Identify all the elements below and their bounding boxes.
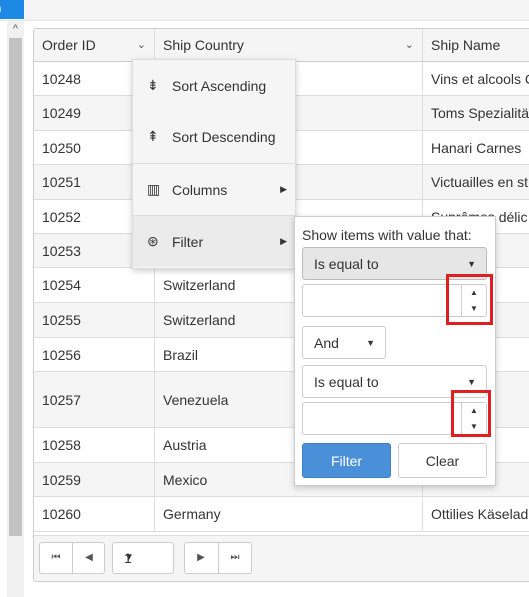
top-tab[interactable]: n bbox=[0, 0, 24, 19]
previous-page-icon[interactable]: ◀ bbox=[73, 543, 105, 573]
order-id-cell: 10258 bbox=[34, 428, 155, 462]
order-id-cell: 10257 bbox=[34, 372, 155, 427]
filter-panel-title: Show items with value that: bbox=[302, 227, 472, 243]
sort-ascending-icon: ⇟ bbox=[147, 77, 159, 93]
scrollbar-thumb[interactable] bbox=[9, 38, 22, 536]
order-id-cell: 10255 bbox=[34, 303, 155, 337]
column-header-ship-country[interactable]: Ship Country ⌄ bbox=[155, 29, 423, 61]
logic-value: And bbox=[314, 334, 339, 351]
columns-icon: ▥ bbox=[147, 181, 161, 197]
ship-name-cell: Hanari Carnes bbox=[423, 131, 529, 164]
order-id-cell: 10256 bbox=[34, 338, 155, 371]
column-header-ship-name[interactable]: Ship Name bbox=[423, 29, 529, 61]
last-page-icon[interactable]: ⏭ bbox=[219, 543, 251, 573]
submenu-arrow-icon: ▶ bbox=[280, 184, 287, 194]
ship-name-cell: Victuailles en st bbox=[423, 165, 529, 199]
operator-value: Is equal to bbox=[314, 255, 379, 272]
next-page-icon[interactable]: ▶ bbox=[185, 543, 217, 573]
ship-name-cell: Ottilies Käselad bbox=[423, 497, 529, 531]
grid-header: Order ID ⌄ Ship Country ⌄ Ship Name bbox=[34, 29, 529, 62]
order-id-cell: 10259 bbox=[34, 463, 155, 496]
chevron-down-icon: ▼ bbox=[124, 552, 134, 563]
menu-item-label: Sort Ascending bbox=[172, 77, 267, 94]
top-toolbar: n bbox=[0, 0, 529, 21]
filter-icon: ⊛ bbox=[147, 233, 159, 249]
column-header-label: Ship Country bbox=[163, 37, 244, 53]
menu-item-label: Columns bbox=[172, 181, 228, 198]
operator-value: Is equal to bbox=[314, 373, 379, 390]
ship-name-cell: Vins et alcools C bbox=[423, 62, 529, 95]
menu-item-label: Filter bbox=[172, 233, 204, 250]
menu-item-filter[interactable]: ⊛ Filter ▶ bbox=[133, 216, 295, 267]
vertical-scrollbar[interactable]: ^ bbox=[7, 21, 24, 597]
menu-item-sort-ascending[interactable]: ⇟ Sort Ascending bbox=[133, 60, 295, 111]
table-row[interactable]: 10260 Germany Ottilies Käselad bbox=[34, 497, 529, 532]
order-id-cell: 10260 bbox=[34, 497, 155, 531]
page-number-select[interactable]: 1 ▼ bbox=[112, 542, 174, 574]
column-menu-chevron-icon[interactable]: ⌄ bbox=[137, 29, 146, 61]
pager-forward-group: ▶ ⏭ bbox=[184, 542, 252, 574]
pager-back-group: ⏮ ◀ bbox=[39, 542, 105, 574]
highlight-box bbox=[446, 274, 493, 325]
column-menu: ⇟ Sort Ascending ⇞ Sort Descending ▥ Col… bbox=[132, 59, 296, 269]
logic-select[interactable]: And ▼ bbox=[302, 326, 386, 359]
scroll-up-icon[interactable]: ^ bbox=[7, 21, 24, 37]
filter-button[interactable]: Filter bbox=[302, 443, 391, 478]
clear-button[interactable]: Clear bbox=[398, 443, 487, 478]
filter-panel: Show items with value that: Is equal to … bbox=[294, 216, 496, 486]
order-id-cell: 10254 bbox=[34, 268, 155, 302]
column-menu-chevron-icon[interactable]: ⌄ bbox=[405, 29, 414, 61]
sort-descending-icon: ⇞ bbox=[147, 128, 159, 144]
column-header-label: Order ID bbox=[42, 37, 96, 53]
grid-pager: ⏮ ◀ 1 ▼ ▶ ⏭ bbox=[34, 535, 529, 581]
ship-country-cell: Germany bbox=[155, 497, 423, 531]
submenu-arrow-icon: ▶ bbox=[280, 236, 287, 246]
menu-item-sort-descending[interactable]: ⇞ Sort Descending bbox=[133, 111, 295, 162]
chevron-down-icon: ▼ bbox=[366, 337, 375, 348]
first-page-icon[interactable]: ⏮ bbox=[40, 543, 72, 573]
ship-name-cell: Toms Spezialität bbox=[423, 96, 529, 130]
column-header-order-id[interactable]: Order ID ⌄ bbox=[34, 29, 155, 61]
menu-item-columns[interactable]: ▥ Columns ▶ bbox=[133, 164, 295, 215]
highlight-box bbox=[451, 390, 491, 437]
menu-item-label: Sort Descending bbox=[172, 128, 276, 145]
column-header-label: Ship Name bbox=[431, 37, 501, 53]
